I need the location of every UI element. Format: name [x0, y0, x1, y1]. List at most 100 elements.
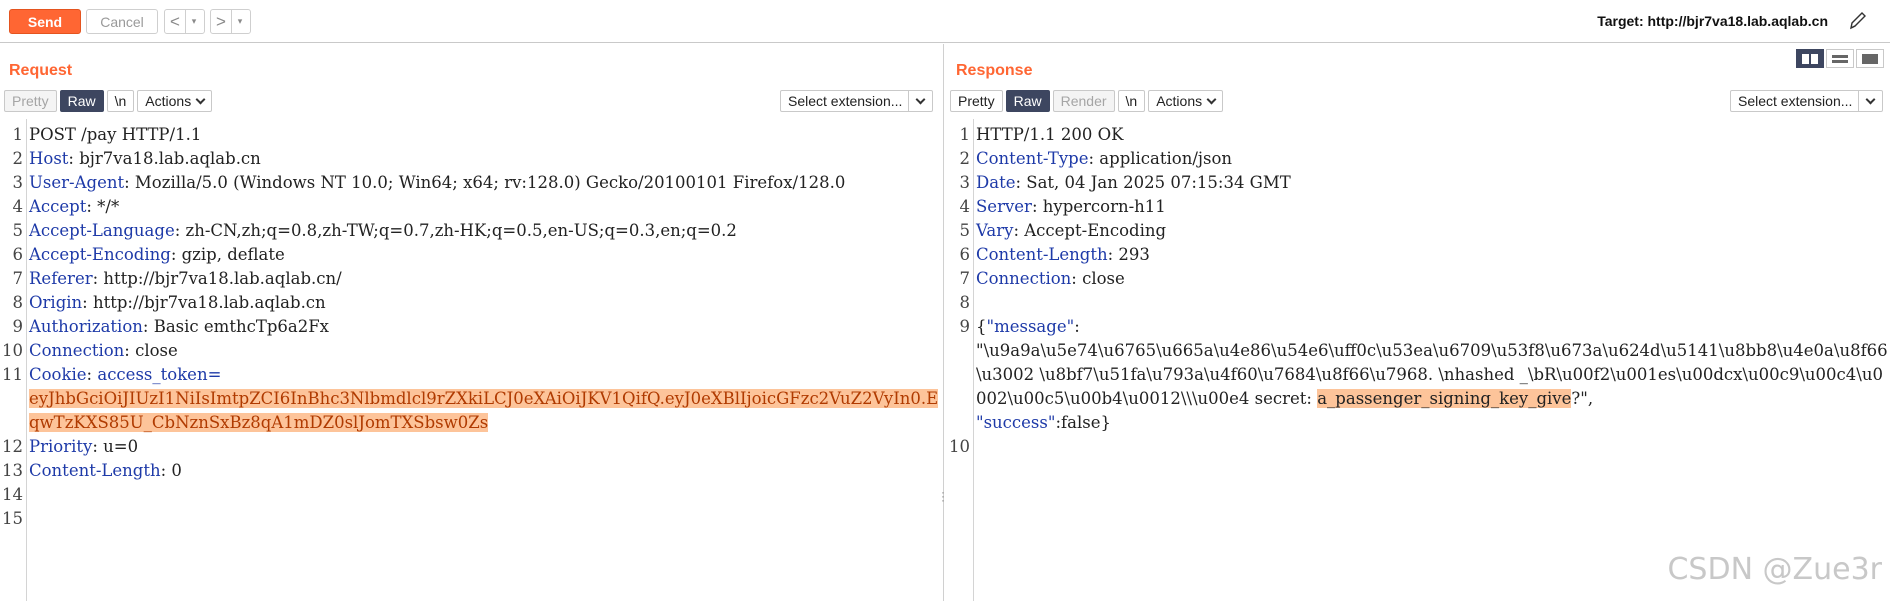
header-name: Origin — [29, 293, 83, 312]
layout-side-by-side-icon[interactable] — [1796, 49, 1824, 68]
history-forward-group: > ▾ — [210, 9, 251, 34]
watermark: CSDN @Zue3r — [1667, 552, 1882, 587]
line-number: 8 — [12, 293, 24, 312]
code-line: 10 — [947, 435, 1890, 459]
json-message-tail: ?", — [1571, 389, 1594, 408]
token-highlight: eyJhbGciOiJIUzI1NiIsImtpZCI6InBhc3Nlbmdl… — [29, 389, 939, 432]
header-name: Accept-Language — [29, 221, 175, 240]
request-actions-label: Actions — [145, 92, 192, 109]
forward-history-dropdown-icon[interactable]: ▾ — [231, 10, 248, 33]
header-value: access_token= — [92, 365, 222, 384]
request-editor[interactable]: 1 POST /pay HTTP/1.1 2 Host: bjr7va18.lab.a… — [0, 119, 943, 601]
line-number: 11 — [2, 365, 23, 384]
code-line: 15 — [0, 507, 943, 531]
code-line: 4 Server: hypercorn-h11 — [947, 195, 1890, 219]
code-line: 9 Authorization: Basic emthcTp6a2Fx — [0, 315, 943, 339]
header-value: */* — [91, 197, 120, 216]
line-text: Vary: Accept-Encoding — [974, 219, 1166, 243]
header-name: Priority — [29, 437, 93, 456]
code-line: 5 Accept-Language: zh-CN,zh;q=0.8,zh-TW;q… — [0, 219, 943, 243]
send-button[interactable]: Send — [9, 9, 81, 34]
line-number: 6 — [12, 245, 24, 264]
header-name: Accept-Encoding — [29, 245, 171, 264]
response-tab-pretty[interactable]: Pretty — [950, 90, 1003, 112]
back-arrow-icon[interactable]: < — [165, 10, 185, 33]
header-value: Mozilla/5.0 (Windows NT 10.0; Win64; x64… — [129, 173, 846, 192]
line-number: 10 — [2, 341, 23, 360]
code-line: 2 Content-Type: application/json — [947, 147, 1890, 171]
header-value: http://bjr7va18.lab.aqlab.cn/ — [98, 269, 342, 288]
line-text: User-Agent: Mozilla/5.0 (Windows NT 10.0… — [27, 171, 845, 195]
line-number: 4 — [12, 197, 24, 216]
header-value: gzip, deflate — [176, 245, 285, 264]
request-view-tabs: Pretty Raw \n Actions — [4, 90, 213, 112]
request-extension-select[interactable]: Select extension... — [780, 90, 933, 112]
header-name: Host — [29, 149, 69, 168]
edit-target-icon[interactable] — [1847, 9, 1869, 33]
layout-tabs-icon[interactable] — [1856, 49, 1884, 68]
response-tab-render[interactable]: Render — [1052, 90, 1115, 112]
header-name: Connection — [976, 269, 1072, 288]
request-tab-pretty[interactable]: Pretty — [4, 90, 57, 112]
request-title: Request — [9, 62, 73, 79]
json-success-value: false — [1061, 413, 1101, 432]
json-close-brace: } — [1100, 413, 1112, 432]
header-value: u=0 — [97, 437, 139, 456]
response-tab-raw[interactable]: Raw — [1005, 90, 1050, 112]
response-extension-select[interactable]: Select extension... — [1730, 90, 1883, 112]
line-number: 8 — [959, 293, 971, 312]
line-number: 9 — [12, 317, 24, 336]
json-key-message: "message" — [986, 317, 1075, 336]
header-value: Basic emthcTp6a2Fx — [148, 317, 329, 336]
line-text: Server: hypercorn-h11 — [974, 195, 1166, 219]
back-history-dropdown-icon[interactable]: ▾ — [185, 10, 202, 33]
line-text: Connection: close — [974, 267, 1125, 291]
response-actions-label: Actions — [1156, 92, 1203, 109]
response-tab-newline[interactable]: \n — [1117, 90, 1146, 112]
forward-arrow-icon[interactable]: > — [211, 10, 231, 33]
code-line: 5 Vary: Accept-Encoding — [947, 219, 1890, 243]
code-line: 4 Accept: */* — [0, 195, 943, 219]
header-name: Accept — [29, 197, 87, 216]
line-number: 14 — [2, 485, 23, 504]
request-lines: 1 POST /pay HTTP/1.1 2 Host: bjr7va18.lab.a… — [0, 123, 943, 531]
response-actions-button[interactable]: Actions — [1148, 90, 1224, 112]
line-number: 4 — [959, 197, 971, 216]
line-number: 1 — [12, 125, 24, 144]
header-value: 0 — [166, 461, 182, 480]
line-number: 9 — [959, 317, 971, 336]
line-text: Content-Length: 0 — [27, 459, 182, 483]
line-text: Date: Sat, 04 Jan 2025 07:15:34 GMT — [974, 171, 1291, 195]
request-actions-button[interactable]: Actions — [137, 90, 213, 112]
line-text: Authorization: Basic emthcTp6a2Fx — [27, 315, 329, 339]
request-tab-newline[interactable]: \n — [106, 90, 135, 112]
line-number: 3 — [959, 173, 971, 192]
line-text — [974, 435, 976, 459]
json-open-brace: { — [976, 317, 987, 336]
json-colon: : — [1074, 317, 1080, 336]
code-line: 3 Date: Sat, 04 Jan 2025 07:15:34 GMT — [947, 171, 1890, 195]
code-line: 8 Origin: http://bjr7va18.lab.aqlab.cn — [0, 291, 943, 315]
request-tab-raw[interactable]: Raw — [59, 90, 104, 112]
chevron-down-icon — [1206, 94, 1217, 104]
line-text — [27, 507, 29, 531]
request-extension-label: Select extension... — [788, 93, 903, 109]
line-text: HTTP/1.1 200 OK — [974, 123, 1123, 147]
header-value: zh-CN,zh;q=0.8,zh-TW;q=0.7,zh-HK;q=0.5,e… — [180, 221, 737, 240]
line-number: 5 — [12, 221, 24, 240]
header-value: bjr7va18.lab.aqlab.cn — [73, 149, 261, 168]
code-line: 1 POST /pay HTTP/1.1 — [0, 123, 943, 147]
header-value: hypercorn-h11 — [1037, 197, 1166, 216]
line-number: 12 — [2, 437, 23, 456]
code-line: 6 Accept-Encoding: gzip, deflate — [0, 243, 943, 267]
code-line: 14 — [0, 483, 943, 507]
response-editor[interactable]: 1 HTTP/1.1 200 OK 2 Content-Type: applicati… — [947, 119, 1890, 601]
header-value: Accept-Encoding — [1019, 221, 1167, 240]
header-value: 293 — [1113, 245, 1150, 264]
drag-handle-icon[interactable]: · · · — [941, 486, 945, 506]
code-line: 12 Priority: u=0 — [0, 435, 943, 459]
header-name: Cookie — [29, 365, 87, 384]
layout-stacked-icon[interactable] — [1826, 49, 1854, 68]
code-line: 8 — [947, 291, 1890, 315]
cancel-button[interactable]: Cancel — [86, 9, 158, 34]
